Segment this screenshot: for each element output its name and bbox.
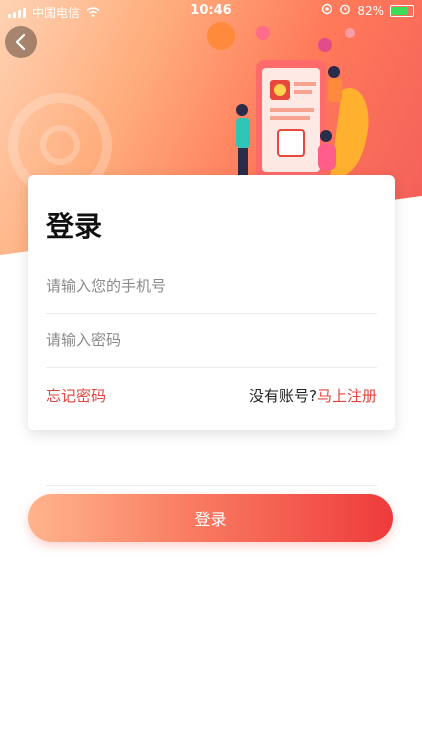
phone-input[interactable] <box>46 259 377 313</box>
chevron-left-icon <box>15 33 26 51</box>
phone-field-wrapper <box>46 259 377 314</box>
password-field-wrapper <box>46 313 377 368</box>
rotation-lock-icon <box>321 3 333 18</box>
decor-dot <box>207 22 235 50</box>
decor-dot <box>256 26 270 40</box>
alarm-icon <box>339 3 351 18</box>
back-button[interactable] <box>5 26 37 58</box>
battery-percent: 82% <box>357 3 384 18</box>
login-title: 登录 <box>46 210 103 243</box>
login-card: 登录 忘记密码 没有账号?马上注册 <box>28 175 395 486</box>
forgot-password-link[interactable]: 忘记密码 <box>46 385 106 406</box>
phone-field <box>46 431 377 486</box>
no-account-text: 没有账号? <box>249 387 317 405</box>
decor-dot <box>318 38 332 52</box>
login-button[interactable]: 登录 <box>28 494 393 542</box>
battery-icon <box>390 4 414 17</box>
decor-dot <box>345 28 355 38</box>
register-prompt: 没有账号?马上注册 <box>249 385 377 406</box>
register-link[interactable]: 马上注册 <box>317 387 377 405</box>
password-input[interactable] <box>46 313 377 367</box>
status-bar: 中国电信 10:46 82% <box>0 0 422 22</box>
illustration-people-phone-icon <box>236 60 369 180</box>
